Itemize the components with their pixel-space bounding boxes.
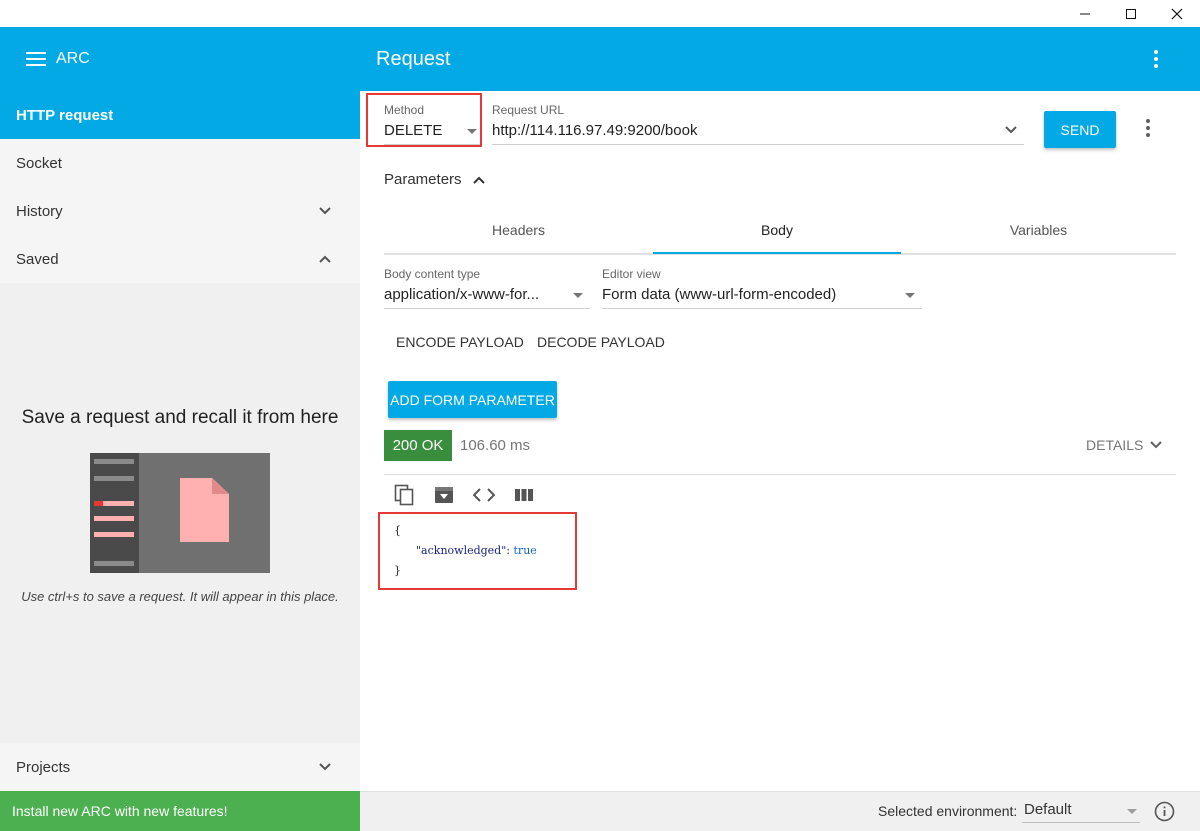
details-label: DETAILS [1086,437,1144,453]
tab-active-indicator [653,252,901,254]
chevron-down-icon [319,763,331,771]
editor-view-label: Editor view [602,267,661,281]
sidebar-item-http-request[interactable]: HTTP request [0,91,360,139]
body-content-type-select[interactable]: application/x-www-for... [384,286,564,303]
minimize-icon[interactable] [1062,0,1108,27]
dropdown-arrow-icon [467,129,477,134]
parameters-toggle[interactable]: Parameters [384,171,486,188]
environment-label: Selected environment: [878,803,1018,819]
url-underline [492,144,1024,145]
dropdown-arrow-icon [1127,809,1137,814]
environment-select[interactable]: Default [1024,801,1072,818]
url-input[interactable]: http://114.116.97.49:9200/book [492,122,992,139]
sidebar-item-label: History [16,202,63,220]
chevron-up-icon [472,176,485,184]
save-icon[interactable] [432,483,456,507]
editor-view-select[interactable]: Form data (www-url-form-encoded) [602,286,892,303]
request-panel: Method DELETE Request URL http://114.116… [360,91,1200,791]
sidebar-item-label: Projects [16,758,71,776]
close-icon[interactable] [1154,0,1200,27]
send-button[interactable]: SEND [1044,111,1116,148]
tab-headers[interactable]: Headers [384,207,653,253]
more-vert-icon[interactable] [1144,47,1168,71]
method-underline [384,144,480,145]
tab-body[interactable]: Body [653,207,901,253]
more-vert-icon[interactable] [1136,116,1160,140]
sidebar: HTTP request Socket History Saved Save a… [0,91,360,831]
editor-view-underline [602,308,922,309]
response-divider [384,474,1176,475]
encode-payload-button[interactable]: ENCODE PAYLOAD [396,334,524,350]
page-title: Request [376,47,451,70]
status-badge: 200 OK [384,430,452,461]
saved-empty-hint: Use ctrl+s to save a request. It will ap… [21,589,339,604]
sidebar-item-history[interactable]: History [0,187,360,235]
sidebar-item-label: Saved [16,250,59,268]
sidebar-item-label: Socket [16,154,62,172]
dropdown-arrow-icon [573,293,583,298]
method-label: Method [384,103,425,117]
info-icon[interactable] [1154,801,1175,822]
body-content-type-underline [384,308,590,309]
statusbar: Selected environment: Default [360,791,1200,831]
saved-illustration [90,453,270,573]
sidebar-item-saved[interactable]: Saved [0,235,360,283]
dropdown-arrow-icon [905,293,915,298]
parameters-tabs: Headers Body Variables [384,207,1176,255]
chevron-up-icon [319,255,331,263]
environment-underline [1022,822,1140,823]
method-select[interactable]: DELETE [384,122,442,139]
json-value: true [513,544,537,557]
json-colon: : [506,544,511,557]
json-close-brace: } [394,564,401,577]
columns-icon[interactable] [512,483,536,507]
window-titlebar [0,0,1200,27]
add-form-parameter-button[interactable]: ADD FORM PARAMETER [388,381,557,418]
install-banner[interactable]: Install new ARC with new features! [0,791,360,831]
app-name: ARC [56,50,90,67]
details-toggle[interactable]: DETAILS [1086,437,1163,453]
menu-icon[interactable] [26,52,46,66]
response-json: { "acknowledged": true } [394,521,537,581]
sidebar-item-label: HTTP request [16,106,114,124]
maximize-icon[interactable] [1108,0,1154,27]
sidebar-item-projects[interactable]: Projects [0,743,360,791]
json-key: "acknowledged" [416,544,507,557]
url-label: Request URL [492,103,565,117]
chevron-down-icon [1150,441,1163,449]
tab-variables[interactable]: Variables [901,207,1176,253]
body-content-type-label: Body content type [384,267,481,281]
app-toolbar: ARC [0,27,360,91]
sidebar-item-socket[interactable]: Socket [0,139,360,187]
code-icon[interactable] [472,483,496,507]
json-line: "acknowledged": true [394,541,537,561]
decode-payload-button[interactable]: DECODE PAYLOAD [537,334,665,350]
saved-empty-title: Save a request and recall it from here [21,407,339,428]
response-time: 106.60 ms [460,437,531,454]
request-toolbar: Request [360,27,1200,91]
parameters-label: Parameters [384,171,462,188]
copy-icon[interactable] [392,483,416,507]
chevron-down-icon [319,207,331,215]
chevron-down-icon[interactable] [1004,123,1018,137]
json-open-brace: { [394,524,401,537]
